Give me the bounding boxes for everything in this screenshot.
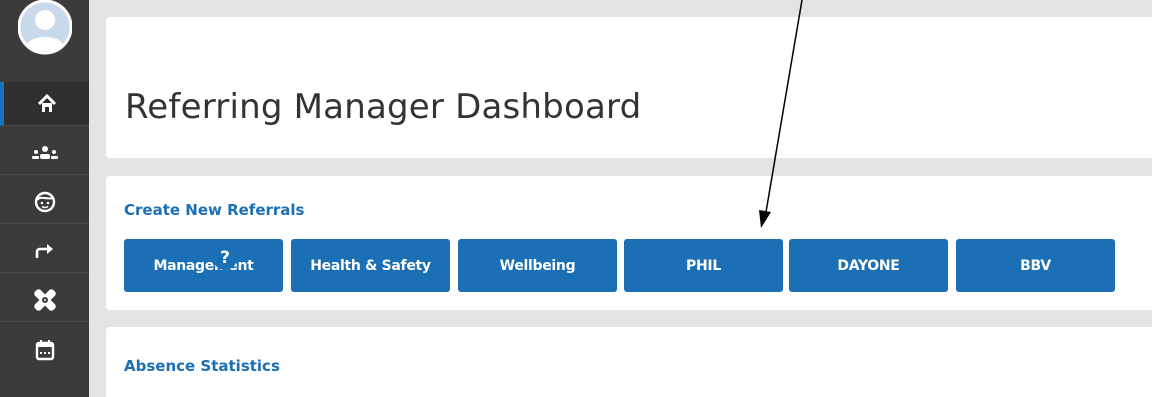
home-icon [37, 93, 56, 112]
header-panel: Referring Manager Dashboard [106, 17, 1152, 158]
calendar-icon [35, 340, 54, 361]
wellbeing-button[interactable]: Wellbeing [458, 239, 617, 292]
absence-statistics-heading: Absence Statistics [124, 357, 280, 375]
user-avatar[interactable] [0, 0, 89, 68]
management-button[interactable]: Management [124, 239, 283, 292]
sidebar-item-calendar[interactable] [0, 327, 89, 397]
phil-button[interactable]: PHIL [624, 239, 783, 292]
share-arrow-icon [35, 243, 53, 258]
help-icon[interactable]: ? [213, 246, 237, 270]
bandage-icon [33, 288, 56, 311]
create-referrals-heading: Create New Referrals [124, 201, 305, 219]
absence-statistics-panel: Absence Statistics [106, 327, 1152, 397]
bbv-button[interactable]: BBV [956, 239, 1115, 292]
create-referrals-panel: Create New Referrals Management Health &… [106, 176, 1152, 310]
sidebar-item-team[interactable] [0, 131, 89, 175]
dayone-button[interactable]: DAYONE [789, 239, 948, 292]
team-icon [31, 145, 58, 159]
sidebar-item-face[interactable] [0, 180, 89, 224]
health-safety-button[interactable]: Health & Safety [291, 239, 450, 292]
sidebar-item-bandage[interactable] [0, 278, 89, 322]
user-avatar-icon [17, 0, 72, 55]
face-icon [34, 191, 55, 212]
page-title: Referring Manager Dashboard [125, 87, 642, 127]
sidebar-item-share[interactable] [0, 229, 89, 273]
sidebar [0, 0, 89, 397]
sidebar-item-home[interactable] [0, 82, 89, 126]
